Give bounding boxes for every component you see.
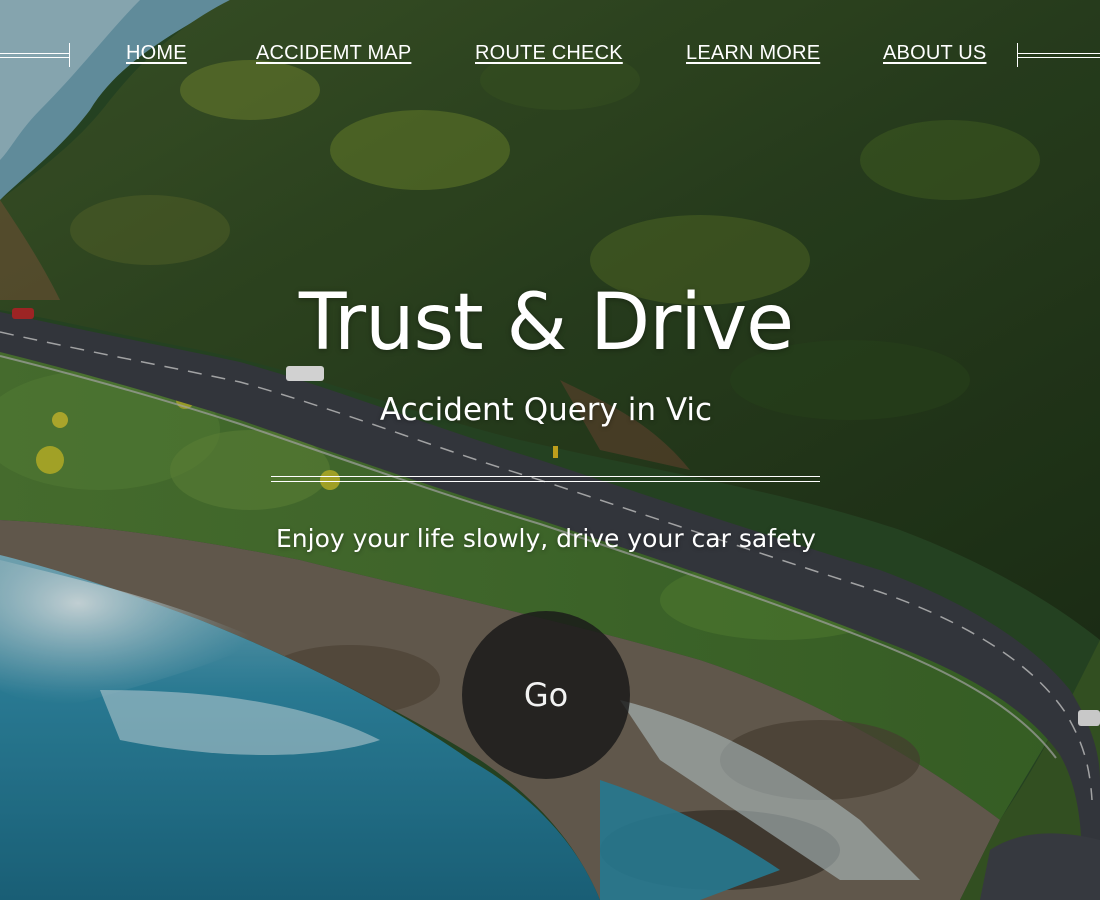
main-nav: HOME ACCIDEMT MAP ROUTE CHECK LEARN MORE…: [0, 36, 1100, 76]
hero-subtitle: Accident Query in Vic: [379, 392, 713, 428]
nav-link-accident-map[interactable]: ACCIDEMT MAP: [256, 42, 411, 65]
nav-link-learn-more[interactable]: LEARN MORE: [686, 42, 820, 65]
hero-tagline: Enjoy your life slowly, drive your car s…: [276, 524, 816, 553]
hero-section: HOME ACCIDEMT MAP ROUTE CHECK LEARN MORE…: [0, 0, 1100, 900]
nav-link-route-check[interactable]: ROUTE CHECK: [475, 42, 623, 65]
go-button[interactable]: Go: [462, 611, 630, 779]
hero-divider: [271, 476, 820, 483]
hero-title: Trust & Drive: [298, 278, 794, 368]
nav-link-about-us[interactable]: ABOUT US: [883, 42, 986, 65]
go-button-label: Go: [523, 676, 569, 714]
nav-link-home[interactable]: HOME: [126, 42, 187, 65]
